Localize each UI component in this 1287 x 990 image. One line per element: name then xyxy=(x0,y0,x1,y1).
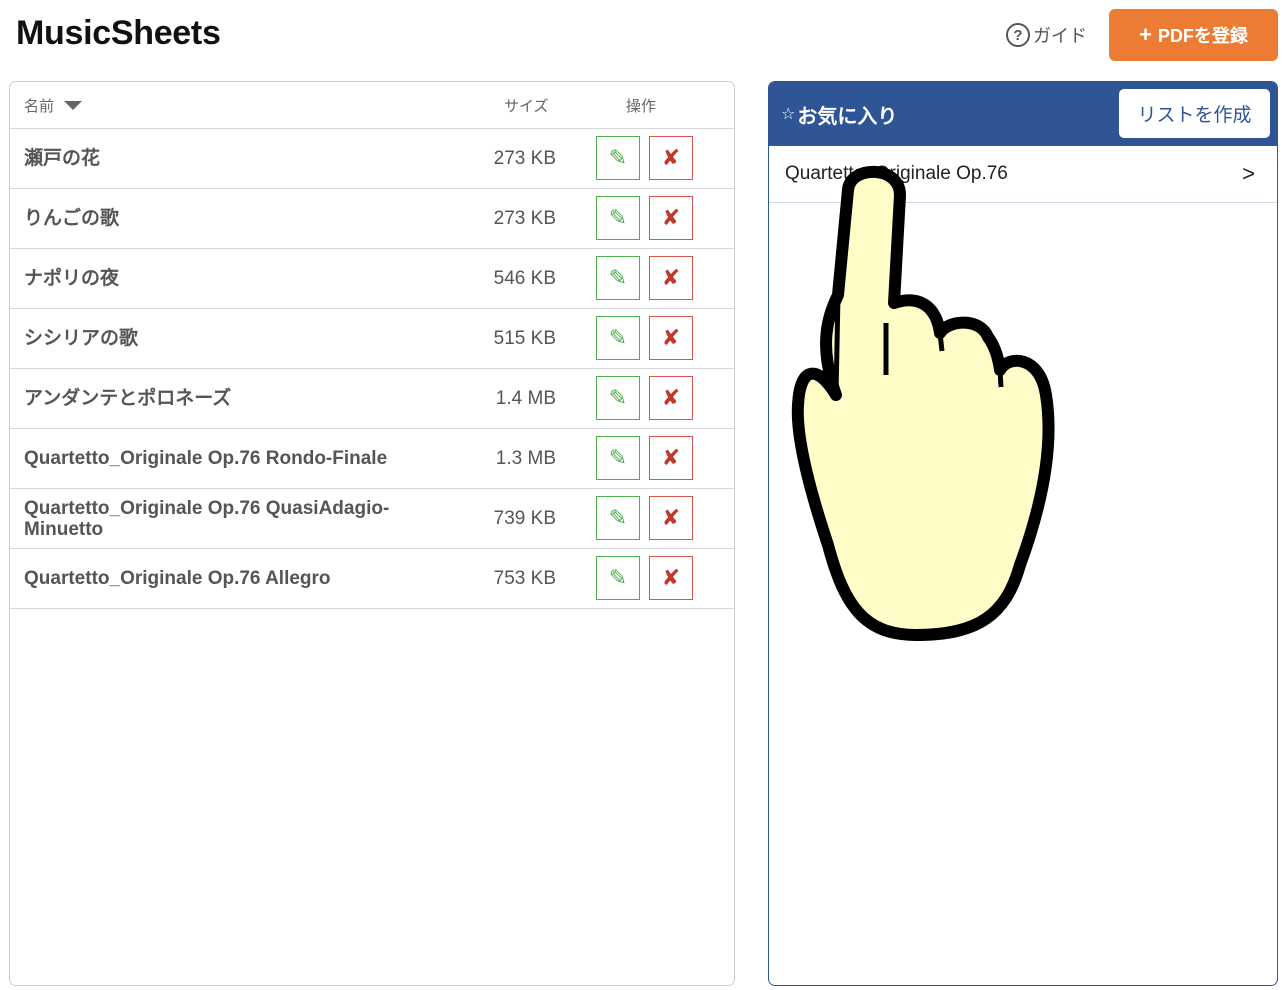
file-table-body: 瀬戸の花 273 KB ✎ ✘ りんごの歌 273 KB ✎ ✘ ナポリの夜 546 KB ✎ ✘ シシ… xyxy=(10,129,734,609)
favorite-list-label: Quartetto_Originale Op.76 xyxy=(785,163,1008,184)
delete-button[interactable]: ✘ xyxy=(649,136,693,180)
file-row[interactable]: アンダンテとポロネーズ 1.4 MB ✎ ✘ xyxy=(10,369,734,429)
close-icon: ✘ xyxy=(661,385,681,410)
file-size: 1.3 MB xyxy=(495,447,556,469)
file-table-header: 名前 サイズ 操作 xyxy=(10,82,734,129)
favorites-panel: ☆ お気に入り リストを作成 Quartetto_Originale Op.76… xyxy=(768,81,1278,986)
delete-button[interactable]: ✘ xyxy=(649,316,693,360)
delete-button[interactable]: ✘ xyxy=(649,436,693,480)
file-list-panel: 名前 サイズ 操作 瀬戸の花 273 KB ✎ ✘ りんごの歌 273 KB ✎ ✘ ナポリの夜… xyxy=(9,81,735,986)
pencil-icon: ✎ xyxy=(608,565,628,590)
file-row[interactable]: りんごの歌 273 KB ✎ ✘ xyxy=(10,189,734,249)
close-icon: ✘ xyxy=(661,565,681,590)
delete-button[interactable]: ✘ xyxy=(649,196,693,240)
edit-button[interactable]: ✎ xyxy=(596,376,640,420)
file-size: 515 KB xyxy=(493,327,556,349)
close-icon: ✘ xyxy=(661,445,681,470)
name-column-label: 名前 xyxy=(24,98,55,115)
favorites-title: ☆ お気に入り xyxy=(781,82,897,146)
edit-button[interactable]: ✎ xyxy=(596,436,640,480)
edit-button[interactable]: ✎ xyxy=(596,316,640,360)
favorites-list: Quartetto_Originale Op.76 > xyxy=(769,146,1277,203)
pencil-icon: ✎ xyxy=(608,145,628,170)
create-list-button[interactable]: リストを作成 xyxy=(1119,89,1270,138)
file-row[interactable]: 瀬戸の花 273 KB ✎ ✘ xyxy=(10,129,734,189)
file-name[interactable]: ナポリの夜 xyxy=(24,249,444,308)
file-row[interactable]: ナポリの夜 546 KB ✎ ✘ xyxy=(10,249,734,309)
edit-button[interactable]: ✎ xyxy=(596,136,640,180)
file-name[interactable]: シシリアの歌 xyxy=(24,309,444,368)
name-column-header[interactable]: 名前 xyxy=(24,95,83,116)
delete-button[interactable]: ✘ xyxy=(649,556,693,600)
plus-icon: + xyxy=(1139,22,1152,47)
edit-button[interactable]: ✎ xyxy=(596,196,640,240)
file-name[interactable]: 瀬戸の花 xyxy=(24,129,444,188)
favorites-header: ☆ お気に入り リストを作成 xyxy=(769,82,1277,146)
delete-button[interactable]: ✘ xyxy=(649,256,693,300)
file-size: 273 KB xyxy=(493,207,556,229)
close-icon: ✘ xyxy=(661,505,681,530)
pencil-icon: ✎ xyxy=(608,445,628,470)
file-row[interactable]: Quartetto_Originale Op.76 QuasiAdagio-Mi… xyxy=(10,489,734,549)
file-name[interactable]: アンダンテとポロネーズ xyxy=(24,369,444,428)
close-icon: ✘ xyxy=(661,265,681,290)
pencil-icon: ✎ xyxy=(608,385,628,410)
pencil-icon: ✎ xyxy=(608,265,628,290)
close-icon: ✘ xyxy=(661,325,681,350)
delete-button[interactable]: ✘ xyxy=(649,376,693,420)
file-name[interactable]: りんごの歌 xyxy=(24,189,444,248)
close-icon: ✘ xyxy=(661,205,681,230)
favorites-title-label: お気に入り xyxy=(797,105,898,128)
file-row[interactable]: Quartetto_Originale Op.76 Rondo-Finale 1.… xyxy=(10,429,734,489)
file-size: 546 KB xyxy=(493,267,556,289)
file-name[interactable]: Quartetto_Originale Op.76 Rondo-Finale xyxy=(24,429,444,488)
pencil-icon: ✎ xyxy=(608,325,628,350)
sort-down-icon xyxy=(64,101,83,110)
size-column-header: サイズ xyxy=(504,98,549,115)
file-size: 753 KB xyxy=(493,567,556,589)
register-pdf-button[interactable]: + PDFを登録 xyxy=(1109,9,1278,61)
ops-column-header: 操作 xyxy=(626,98,657,115)
pencil-icon: ✎ xyxy=(608,205,628,230)
app-title: MusicSheets xyxy=(16,14,221,52)
file-size: 273 KB xyxy=(493,147,556,169)
delete-button[interactable]: ✘ xyxy=(649,496,693,540)
close-icon: ✘ xyxy=(661,145,681,170)
edit-button[interactable]: ✎ xyxy=(596,556,640,600)
pencil-icon: ✎ xyxy=(608,505,628,530)
file-name[interactable]: Quartetto_Originale Op.76 Allegro xyxy=(24,549,444,608)
file-size: 1.4 MB xyxy=(495,387,556,409)
file-row[interactable]: シシリアの歌 515 KB ✎ ✘ xyxy=(10,309,734,369)
edit-button[interactable]: ✎ xyxy=(596,256,640,300)
edit-button[interactable]: ✎ xyxy=(596,496,640,540)
guide-link[interactable]: ? ガイド xyxy=(1006,21,1087,49)
star-icon: ☆ xyxy=(781,106,796,123)
file-size: 739 KB xyxy=(493,507,556,529)
file-row[interactable]: Quartetto_Originale Op.76 Allegro 753 KB ✎… xyxy=(10,549,734,609)
file-name[interactable]: Quartetto_Originale Op.76 QuasiAdagio-Mi… xyxy=(24,489,444,548)
chevron-right-icon: > xyxy=(1242,161,1255,186)
register-pdf-label: PDFを登録 xyxy=(1157,26,1248,46)
guide-label: ガイド xyxy=(1033,26,1087,46)
favorite-list-item[interactable]: Quartetto_Originale Op.76 > xyxy=(769,146,1277,203)
help-icon: ? xyxy=(1006,23,1030,47)
